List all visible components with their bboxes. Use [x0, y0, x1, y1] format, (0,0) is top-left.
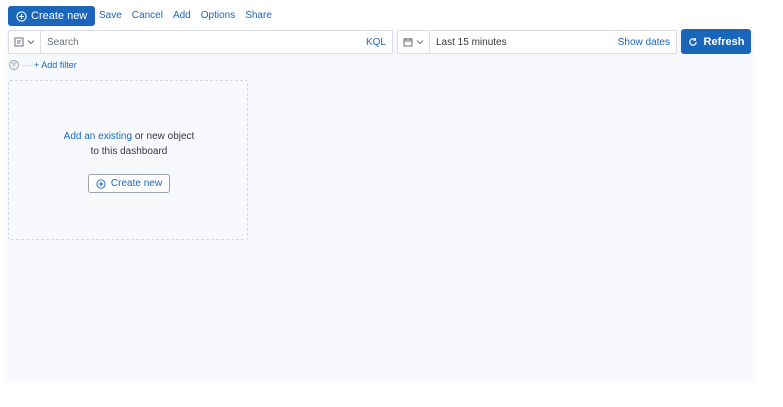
menu-cancel[interactable]: Cancel: [132, 10, 163, 21]
chevron-down-icon: [27, 40, 35, 45]
saved-query-icon: [14, 37, 24, 47]
kql-toggle[interactable]: KQL: [366, 37, 386, 48]
saved-query-menu[interactable]: [9, 31, 41, 53]
search-bar: Search KQL: [8, 30, 393, 54]
create-new-button[interactable]: Create new: [8, 6, 96, 26]
calendar-icon: [403, 38, 413, 47]
filter-separator: —: [22, 60, 31, 70]
quick-time-menu[interactable]: [398, 31, 430, 53]
top-nav: Create new Save Cancel Add Options Share: [5, 0, 755, 30]
panel-create-new-label: Create new: [110, 178, 163, 189]
chevron-down-icon: [416, 40, 424, 45]
empty-dashboard-panel: Add an existing or new object to this da…: [8, 80, 248, 240]
dashboard-app: Create new Save Cancel Add Options Share…: [5, 0, 755, 383]
refresh-label: Refresh: [703, 35, 745, 48]
search-input[interactable]: Search: [47, 37, 79, 48]
time-range-value[interactable]: Last 15 minutes: [436, 37, 507, 48]
plus-circle-icon: [16, 10, 27, 22]
plus-circle-icon: [96, 178, 106, 189]
filter-bar: — + Add filter: [9, 60, 77, 70]
time-picker: Last 15 minutes Show dates: [397, 30, 677, 54]
create-new-label: Create new: [31, 10, 88, 22]
filter-options-icon[interactable]: [9, 60, 19, 70]
empty-message-rest: or new object: [132, 131, 195, 142]
empty-message-line1: Add an existing or new object: [9, 131, 249, 142]
top-menu: Save Cancel Add Options Share: [99, 10, 272, 21]
menu-add[interactable]: Add: [173, 10, 191, 21]
refresh-icon: [688, 37, 697, 46]
menu-save[interactable]: Save: [99, 10, 122, 21]
empty-message-line2: to this dashboard: [90, 146, 168, 157]
menu-options[interactable]: Options: [201, 10, 235, 21]
refresh-button[interactable]: Refresh: [681, 29, 751, 54]
add-existing-link[interactable]: Add an existing: [64, 131, 132, 142]
menu-share[interactable]: Share: [245, 10, 272, 21]
show-dates-link[interactable]: Show dates: [618, 37, 670, 48]
add-filter-link[interactable]: + Add filter: [34, 60, 77, 70]
filter-icon: [11, 62, 17, 68]
panel-create-new-button[interactable]: Create new: [88, 174, 170, 193]
